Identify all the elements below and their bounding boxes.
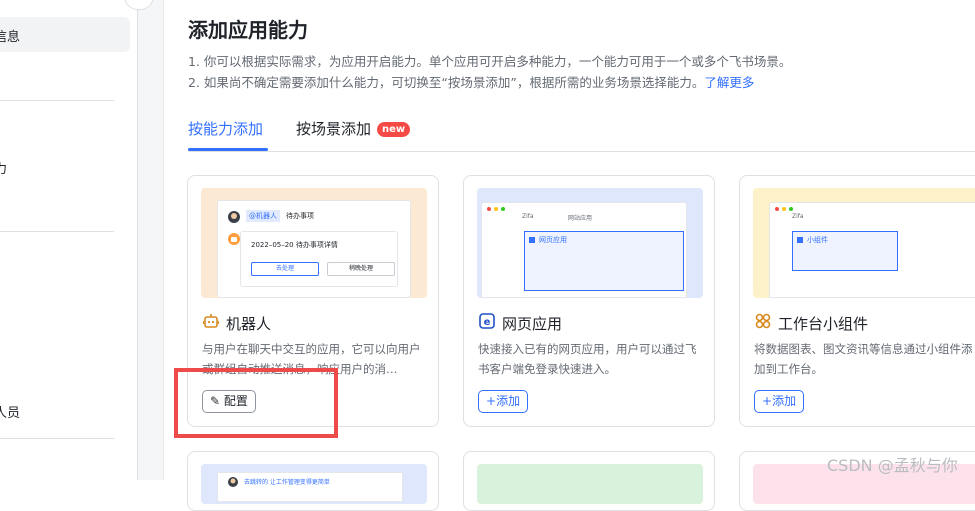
card-web-app-title-text: 网页应用 [502,315,563,333]
learn-more-link[interactable]: 了解更多 [704,75,754,90]
preview-message-line: 2022–05–20 待办事项详情 [251,241,338,249]
sidebar-item-info[interactable]: 信息 [0,26,20,45]
preview-chat-window: @机器人 待办事项 2022–05–20 待办事项详情 去处理 稍晚处理 [217,200,411,298]
sidebar-divider [0,231,114,232]
card-row2-1[interactable]: 去跳转的 让工作管理变得更简单 [187,451,439,511]
sidebar-item-members[interactable]: 人员 [0,402,20,421]
widget-preview-image: Zifa 小组件 [753,188,975,298]
ability-tabs: 按能力添加 按场景添加 new [188,116,975,152]
card-widget-title: 工作台小组件 [754,313,868,334]
preview-tab-2: 网站应用 [568,215,593,222]
preview-message-card: 2022–05–20 待办事项详情 去处理 稍晚处理 [240,231,398,287]
watermark-text: CSDN @孟秋与你 [827,456,958,475]
sidebar-divider [0,438,114,439]
avatar-icon [228,477,238,487]
card-row2-2-preview [477,464,703,504]
active-tab-indicator [188,148,268,151]
highlight-annotation-box [174,368,338,438]
window-dots-icon [775,207,793,211]
card-web-app[interactable]: Zifa 网站应用 网页应用 e 网页应用 快速接入已有的网页应用，用户可以通过飞… [463,175,715,427]
preview-tab-1: Zifa [522,213,534,220]
preview-web-label: 网页应用 [539,236,567,244]
plus-icon: + [762,394,773,408]
sidebar-item-ability[interactable]: 力 [0,158,7,177]
preview-bot-icon [228,233,240,245]
preview-handle-button: 去处理 [251,262,319,276]
web-app-preview-image: Zifa 网站应用 网页应用 [477,188,703,298]
card-row2-2[interactable] [463,451,715,511]
card-web-app-title: e 网页应用 [478,313,562,334]
new-badge: new [377,122,411,137]
robot-icon [202,313,220,333]
preview-browser-window: Zifa 网站应用 网页应用 [481,202,687,298]
sidebar-divider [0,100,114,101]
content-gutter [138,0,164,480]
widget-add-label: 添加 [772,394,797,408]
card-web-app-desc: 快速接入已有的网页应用，用户可以通过飞书客户端免登录快速进入。 [478,342,697,376]
robot-preview-image: @机器人 待办事项 2022–05–20 待办事项详情 去处理 稍晚处理 [201,188,427,298]
preview-later-button: 稍晚处理 [327,262,395,276]
preview-mention-tag: @机器人 [246,210,280,222]
card-robot-title: 机器人 [202,313,271,334]
card-widget-title-text: 工作台小组件 [778,315,869,333]
preview-todo-title: 待办事项 [286,212,314,220]
web-app-icon: e [478,313,496,333]
description-line-1: 1. 你可以根据实际需求，为应用开启能力。单个应用可开启多种能力，一个能力可用于… [188,54,792,69]
svg-text:e: e [484,317,491,328]
preview-tab-1: Zifa [792,213,804,220]
preview-widget-label: 小组件 [807,236,828,244]
tab-by-scenario[interactable]: 按场景添加 new [296,118,411,139]
preview-chat-window: 去跳转的 让工作管理变得更简单 [217,472,403,502]
web-app-add-button[interactable]: +添加 [478,390,529,413]
page-title: 添加应用能力 [188,18,308,42]
widget-add-button[interactable]: +添加 [754,390,805,413]
card-row2-1-preview: 去跳转的 让工作管理变得更简单 [201,464,427,504]
card-widget[interactable]: Zifa 小组件 工作台小组件 将数据图表、图文资讯等信息通过小组件添加到工作台… [739,175,975,427]
plus-icon: + [486,394,497,408]
preview-widget-panel: 小组件 [792,231,898,271]
web-app-add-label: 添加 [496,394,521,408]
tab-by-scenario-label: 按场景添加 [296,120,372,138]
preview-bottom-text: 去跳转的 让工作管理变得更简单 [244,479,330,486]
sidebar: 信息 力 人员 [0,0,138,480]
preview-square-icon [529,237,535,243]
card-widget-desc: 将数据图表、图文资讯等信息通过小组件添加到工作台。 [754,342,973,376]
preview-web-panel: 网页应用 [524,231,684,291]
card-robot-title-text: 机器人 [226,315,272,333]
avatar-icon [228,211,240,223]
preview-square-icon [797,237,803,243]
description-line-2: 2. 如果尚不确定需要添加什么能力，可切换至“按场景添加”，根据所需的业务场景选… [188,72,754,91]
preview-workbench-window: Zifa 小组件 [769,202,975,298]
description-text: 2. 如果尚不确定需要添加什么能力，可切换至“按场景添加”，根据所需的业务场景选… [188,75,705,90]
tab-by-ability[interactable]: 按能力添加 [188,118,263,139]
window-dots-icon [487,207,505,211]
widget-icon [754,313,772,333]
